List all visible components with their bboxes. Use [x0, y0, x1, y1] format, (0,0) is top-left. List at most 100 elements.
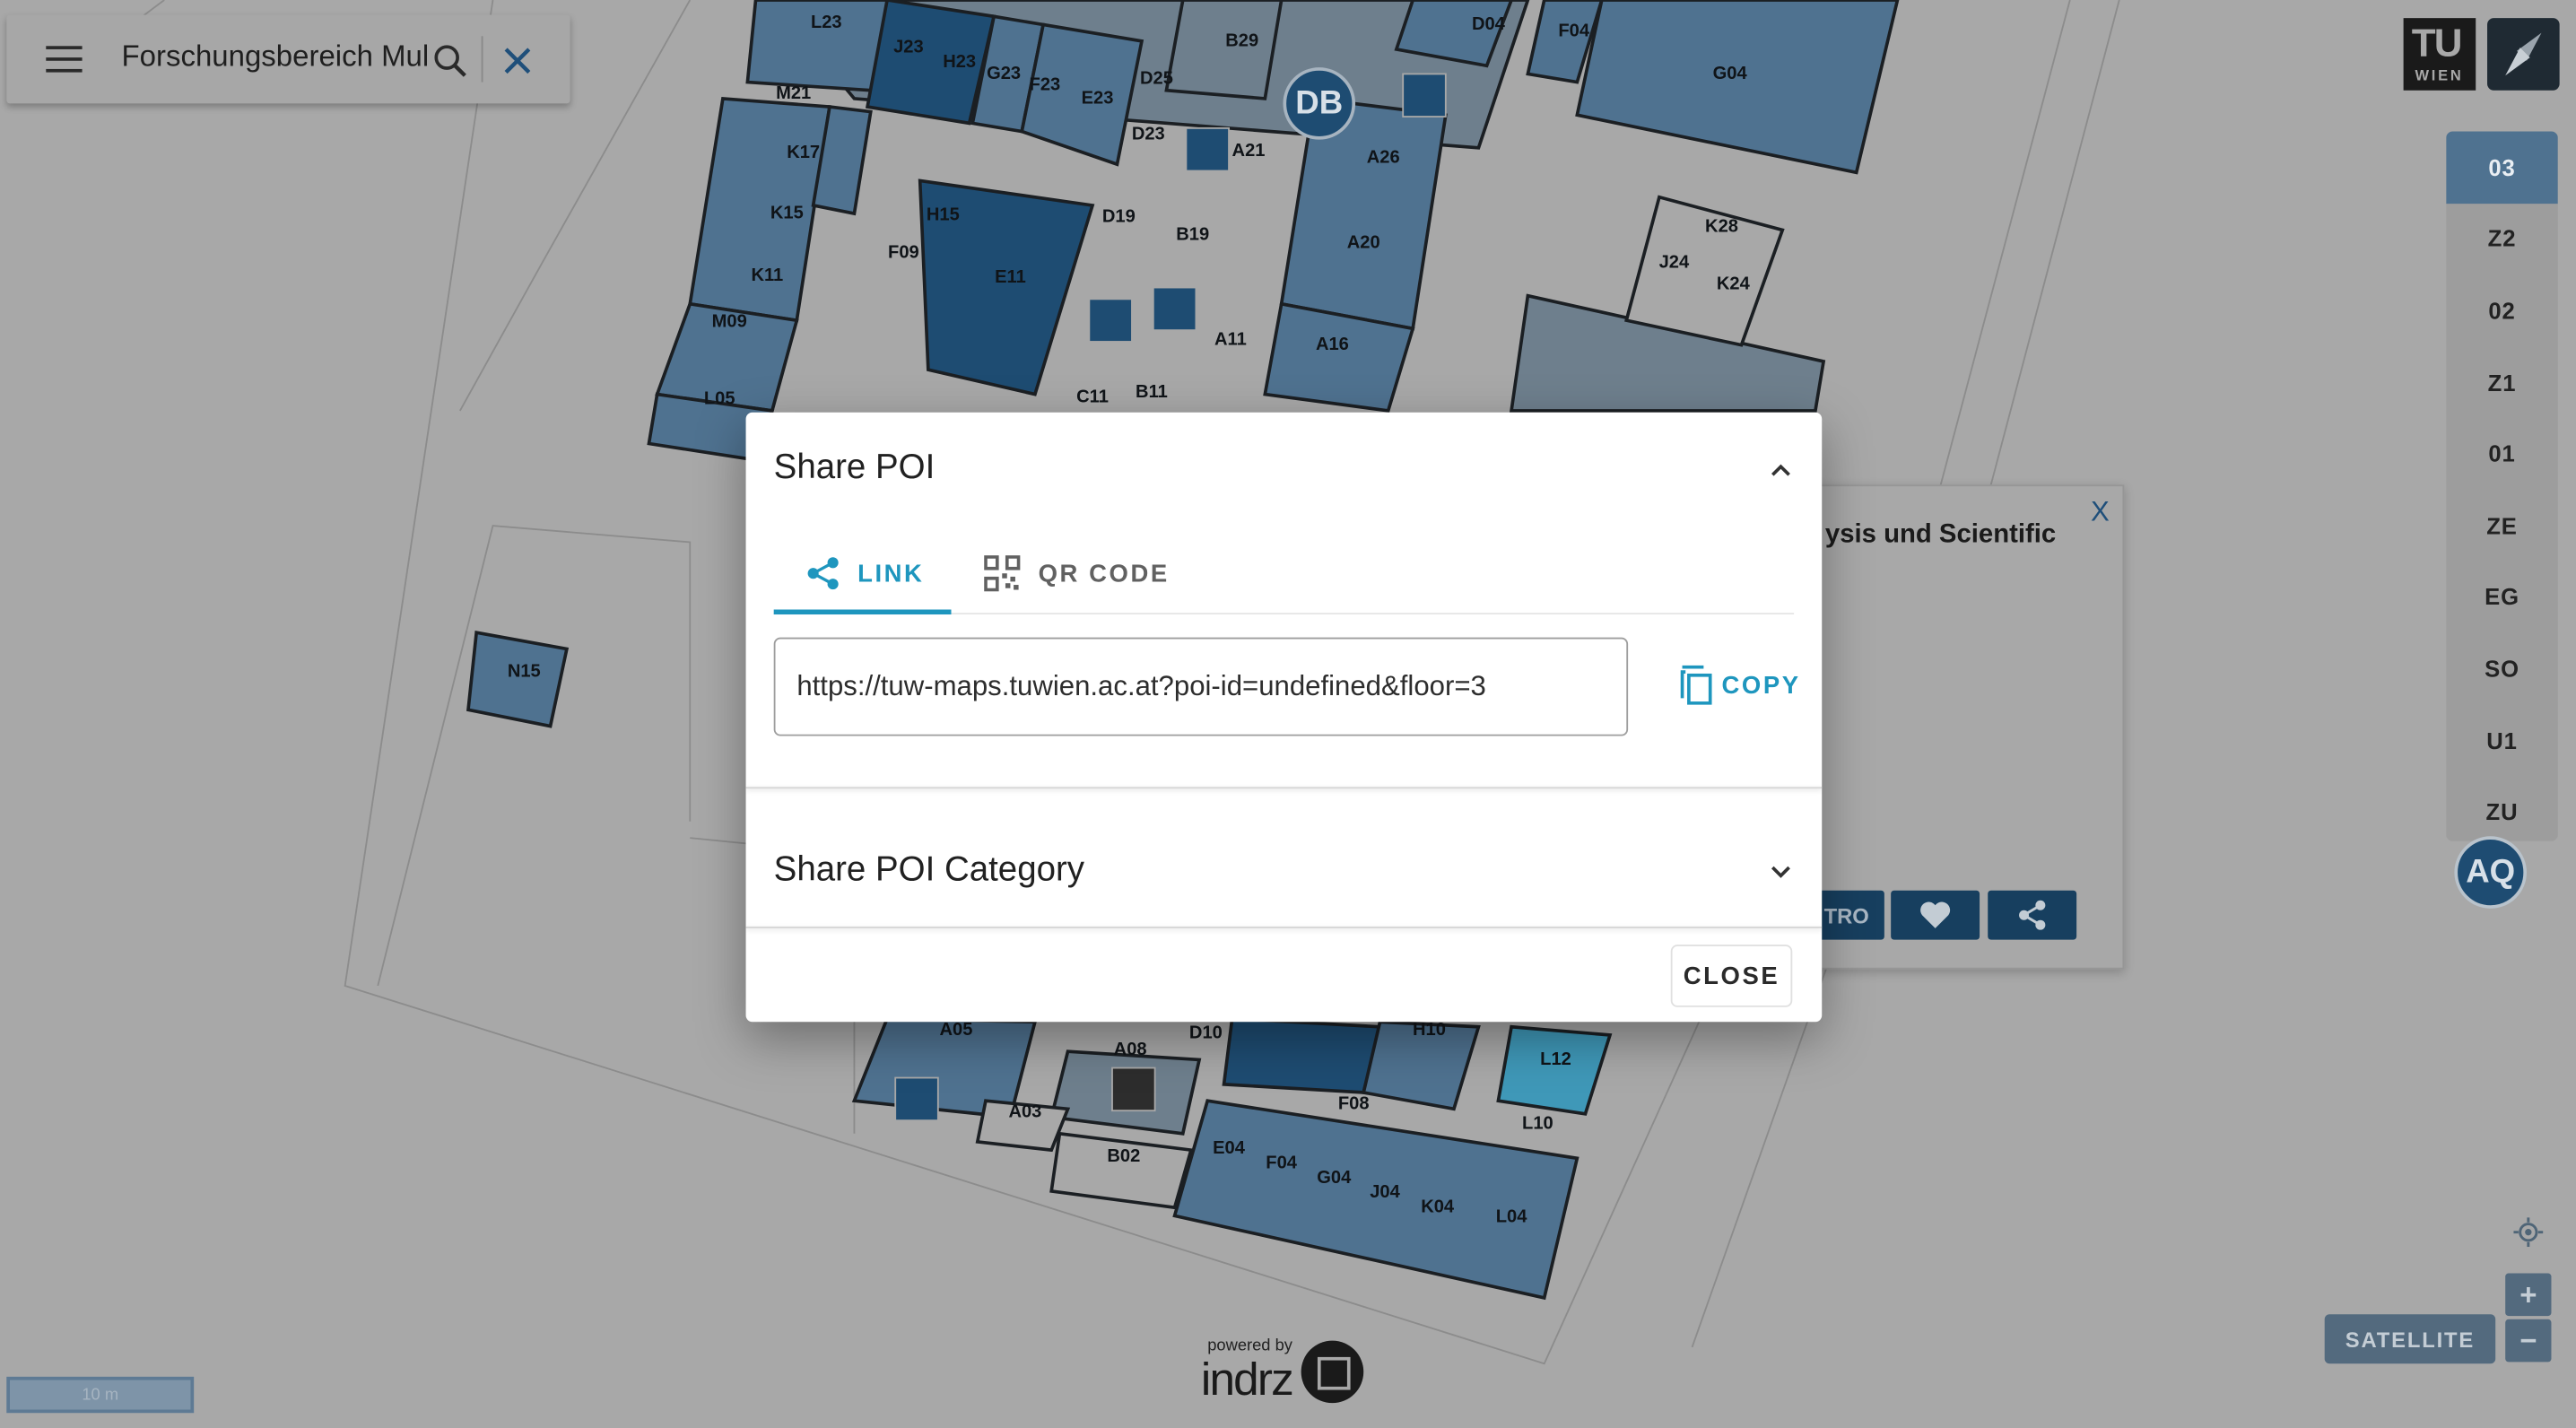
floor-item[interactable]: U1	[2446, 704, 2558, 776]
floor-selector: 03 Z2 02 Z1 01 ZE EG SO U1 ZU	[2446, 131, 2558, 841]
tab-qr-code-label: QR CODE	[1038, 559, 1170, 588]
room-label: M21	[776, 83, 811, 103]
room-label: A20	[1347, 233, 1380, 253]
wien-logo-text: WIEN	[2415, 67, 2464, 84]
room-label: A08	[1114, 1040, 1147, 1059]
room-label: K15	[770, 204, 804, 223]
heart-icon	[1920, 901, 1951, 928]
floor-item[interactable]: 02	[2446, 274, 2558, 346]
room-label: B19	[1176, 224, 1209, 244]
room-label: E11	[995, 267, 1026, 287]
poi-info-card: ysis und Scientific X TRO	[1806, 484, 2125, 970]
chevron-down-icon[interactable]	[1768, 859, 1794, 885]
floor-item[interactable]: ZU	[2446, 776, 2558, 841]
poi-card-title: ysis und Scientific	[1824, 520, 2057, 549]
floor-item[interactable]: Z1	[2446, 346, 2558, 418]
compass-icon	[2505, 32, 2542, 76]
room-label: K04	[1421, 1197, 1455, 1217]
locate-icon[interactable]	[2513, 1217, 2544, 1248]
poi-card-close-button[interactable]: X	[2091, 496, 2110, 529]
room-label: J23	[893, 38, 924, 57]
room-label: K11	[751, 266, 783, 285]
indrz-logo: powered by indrz	[1197, 1334, 1370, 1409]
share-poi-dialog: Share POI LINK QR CODE https://tuw-maps.…	[745, 412, 1823, 1023]
section-divider	[745, 927, 1823, 928]
share-poi-header[interactable]: Share POI	[746, 413, 1823, 527]
scale-bar: 10 m	[6, 1376, 195, 1414]
qr-code-icon	[984, 555, 1021, 592]
satellite-label: SATELLITE	[2345, 1327, 2476, 1352]
tu-logo-text: TU	[2411, 21, 2463, 66]
room-label: F08	[1338, 1093, 1370, 1113]
floor-item[interactable]: ZE	[2446, 490, 2558, 562]
indrz-brand-text: indrz	[1200, 1354, 1294, 1406]
scale-label: 10 m	[82, 1385, 119, 1405]
tu-wien-logo: TU WIEN	[2403, 18, 2476, 91]
share-category-header[interactable]: Share POI Category	[746, 814, 1823, 929]
search-bar: Forschungsbereich Mul	[6, 14, 570, 104]
user-avatar[interactable]: AQ	[2454, 836, 2528, 909]
room-label: B02	[1107, 1146, 1140, 1166]
powered-by-text: powered by	[1207, 1337, 1292, 1356]
room-label: H23	[943, 52, 976, 72]
room-label: G04	[1317, 1168, 1352, 1188]
share-icon	[2019, 900, 2046, 930]
close-button[interactable]: CLOSE	[1670, 945, 1793, 1007]
chevron-up-icon[interactable]	[1768, 457, 1794, 483]
tab-link[interactable]: LINK	[805, 534, 924, 613]
favorite-button[interactable]	[1891, 890, 1980, 940]
room-label: A26	[1367, 147, 1400, 167]
room-label: A21	[1232, 141, 1266, 161]
room-label: D25	[1140, 68, 1173, 88]
share-category-title: Share POI Category	[773, 850, 1085, 889]
share-url-field[interactable]: https://tuw-maps.tuwien.ac.at?poi-id=und…	[773, 637, 1629, 736]
room-label: A03	[1008, 1101, 1041, 1121]
copy-icon	[1680, 665, 1712, 705]
room-label: H10	[1413, 1020, 1446, 1040]
menu-icon[interactable]	[46, 46, 83, 73]
room-label: E04	[1213, 1138, 1246, 1158]
compass-button[interactable]	[2487, 18, 2560, 91]
floor-item[interactable]: SO	[2446, 632, 2558, 704]
floor-item[interactable]: EG	[2446, 562, 2558, 633]
room-label: J04	[1370, 1182, 1400, 1202]
room-label: G04	[1713, 64, 1748, 83]
room-label: G23	[987, 64, 1021, 83]
room-label: A05	[940, 1020, 973, 1040]
room-label: N15	[508, 662, 541, 682]
share-tabs: LINK QR CODE	[773, 534, 1795, 615]
room-label: K24	[1717, 274, 1751, 293]
room-label: H15	[927, 205, 960, 224]
room-label: F04	[1266, 1153, 1297, 1172]
clear-search-icon[interactable]	[502, 46, 532, 75]
floor-item[interactable]: 01	[2446, 418, 2558, 490]
indrz-mark-icon	[1301, 1340, 1364, 1404]
search-divider	[481, 36, 483, 83]
room-label: L10	[1522, 1113, 1553, 1133]
zoom-in-button[interactable]: +	[2505, 1273, 2552, 1317]
copy-button[interactable]: COPY	[1679, 657, 1804, 713]
tab-qr-code[interactable]: QR CODE	[984, 534, 1170, 613]
share-button[interactable]	[1988, 890, 2077, 940]
room-label: L05	[704, 389, 735, 409]
active-tab-indicator	[773, 609, 952, 615]
search-icon[interactable]	[432, 43, 468, 79]
room-label: D10	[1189, 1023, 1223, 1043]
search-input[interactable]: Forschungsbereich Mul	[122, 39, 428, 74]
copy-label: COPY	[1721, 671, 1801, 700]
zoom-out-button[interactable]: −	[2505, 1319, 2552, 1363]
room-label: A11	[1214, 330, 1247, 350]
db-marker[interactable]: DB	[1283, 67, 1356, 140]
room-label: B29	[1225, 30, 1258, 50]
floor-item[interactable]: 03	[2446, 131, 2558, 204]
room-label: J24	[1659, 253, 1690, 273]
floor-item[interactable]: Z2	[2446, 203, 2558, 274]
room-label: D04	[1472, 14, 1506, 34]
room-label: A16	[1316, 335, 1349, 354]
section-divider	[745, 787, 1823, 789]
room-label: K17	[787, 143, 820, 162]
close-label: CLOSE	[1683, 962, 1780, 990]
room-label: F09	[888, 243, 919, 263]
room-label: C11	[1076, 387, 1109, 407]
satellite-toggle-button[interactable]: SATELLITE	[2324, 1314, 2496, 1364]
